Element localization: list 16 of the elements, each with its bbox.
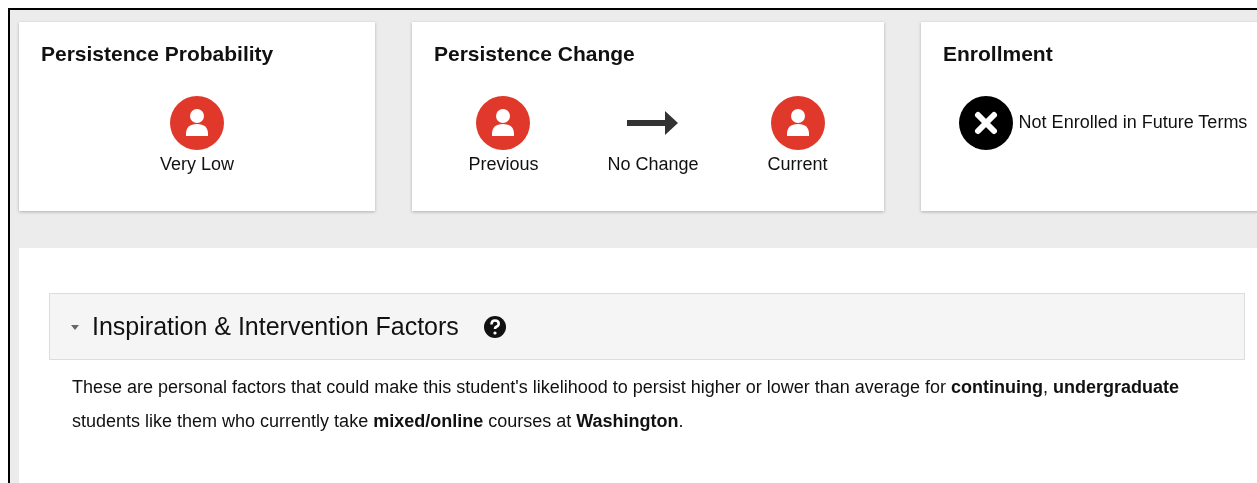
status-label: Previous — [468, 154, 539, 175]
status-label: Not Enrolled in Future Terms — [1018, 111, 1248, 132]
section-header[interactable]: Inspiration & Intervention Factors — [49, 293, 1245, 360]
close-circle-icon — [958, 96, 1013, 150]
person-icon — [476, 96, 531, 150]
status-label: No Change — [607, 154, 699, 175]
help-icon[interactable] — [482, 314, 507, 339]
section-title: Inspiration & Intervention Factors — [92, 312, 459, 341]
card-title: Persistence Probability — [41, 42, 274, 66]
status-label: Current — [767, 154, 828, 175]
card-title: Enrollment — [943, 42, 1053, 66]
status-label: Very Low — [159, 154, 234, 175]
person-icon — [770, 96, 825, 150]
person-icon — [170, 96, 224, 150]
card-title: Persistence Change — [434, 42, 635, 66]
description: These are personal factors that could make this student's likelihood to persist higher or lower than average for continuing, undergraduate students like them who currently take mixed/online courses at Washington. — [72, 376, 1180, 433]
